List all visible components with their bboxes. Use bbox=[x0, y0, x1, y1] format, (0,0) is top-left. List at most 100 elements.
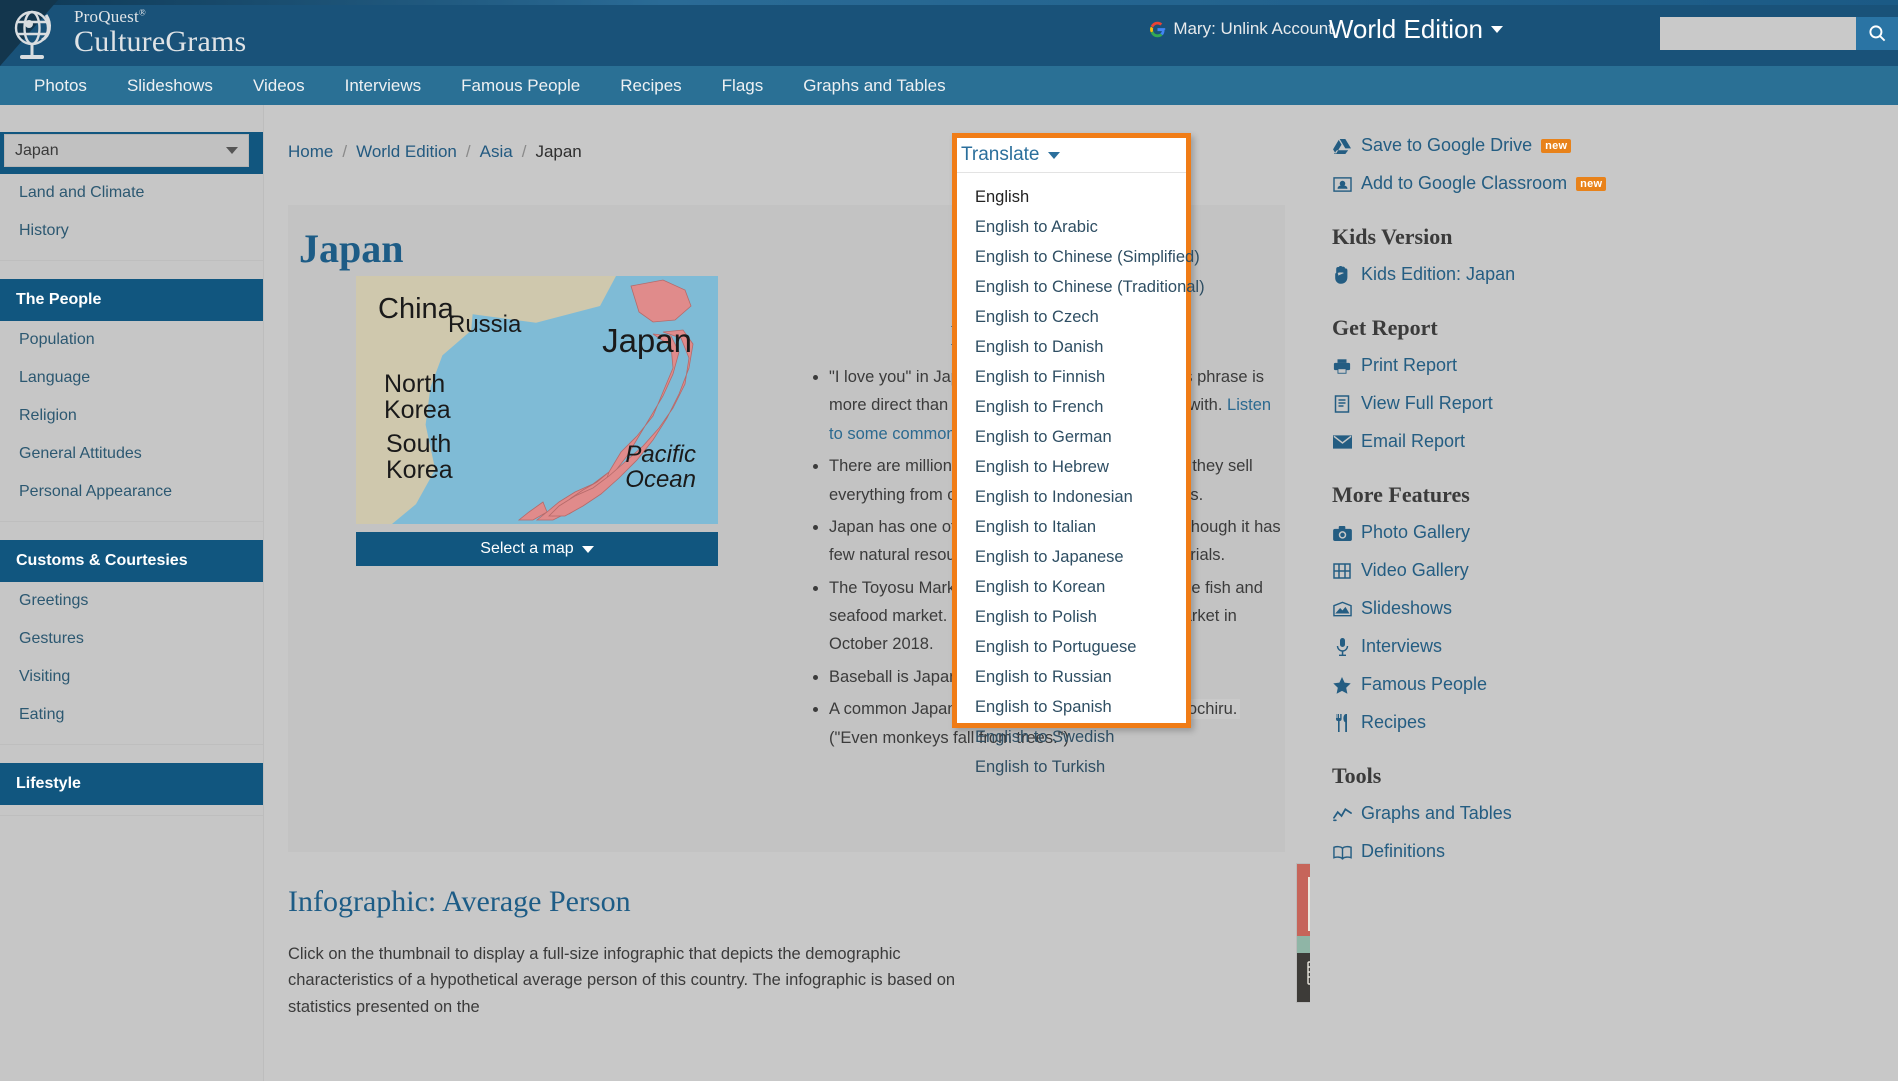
translate-option-danish[interactable]: English to Danish bbox=[957, 332, 1186, 362]
infographic-thumbnail[interactable]: JAPAN AVERAGE PERSON portrait of an "ave… bbox=[1296, 863, 1310, 1003]
email-report-link[interactable]: Email Report bbox=[1332, 423, 1898, 461]
map-label-china: China bbox=[378, 293, 454, 325]
view-full-report-link[interactable]: View Full Report bbox=[1332, 385, 1898, 423]
sidebar-item-language[interactable]: Language bbox=[0, 359, 263, 397]
right-sidebar-heading-tools: Tools bbox=[1332, 763, 1382, 788]
photo-gallery-label: Photo Gallery bbox=[1361, 522, 1471, 543]
sidebar-item-history[interactable]: History bbox=[0, 212, 263, 250]
translate-option-finnish[interactable]: English to Finnish bbox=[957, 362, 1186, 392]
add-to-google-classroom-label: Add to Google Classroom bbox=[1361, 173, 1568, 194]
breadcrumb-item-asia[interactable]: Asia bbox=[480, 142, 513, 162]
translate-option-italian[interactable]: English to Italian bbox=[957, 512, 1186, 542]
translate-option-indonesian[interactable]: English to Indonesian bbox=[957, 482, 1186, 512]
camera-icon bbox=[1332, 523, 1352, 543]
right-sidebar: Save to Google Drive new Add to Google C… bbox=[1310, 105, 1898, 1081]
translate-trigger-inner[interactable]: Translate bbox=[961, 144, 1060, 166]
country-map-image[interactable]: China Russia North Korea South Korea Japan… bbox=[356, 276, 718, 524]
chart-line-icon bbox=[1332, 804, 1352, 824]
sidebar-item-population[interactable]: Population bbox=[0, 321, 263, 359]
star-icon bbox=[1332, 675, 1352, 695]
sidebar-item-eating[interactable]: Eating bbox=[0, 696, 263, 734]
print-report-link[interactable]: Print Report bbox=[1332, 347, 1898, 385]
infographic-heading: Infographic: Average Person bbox=[288, 885, 631, 918]
country-select-dropdown[interactable]: Japan bbox=[4, 134, 249, 167]
nav-item-famous-people[interactable]: Famous People bbox=[441, 66, 600, 105]
famous-people-label: Famous People bbox=[1361, 674, 1488, 695]
famous-people-link[interactable]: Famous People bbox=[1332, 666, 1898, 704]
translate-option-korean[interactable]: English to Korean bbox=[957, 572, 1186, 602]
translate-option-french[interactable]: English to French bbox=[957, 392, 1186, 422]
film-icon bbox=[1332, 561, 1352, 581]
chevron-down-icon bbox=[1047, 151, 1060, 159]
translate-option-portuguese[interactable]: English to Portuguese bbox=[957, 632, 1186, 662]
nav-item-recipes[interactable]: Recipes bbox=[600, 66, 701, 105]
save-to-google-drive-link[interactable]: Save to Google Drive new bbox=[1332, 127, 1898, 165]
microphone-icon bbox=[1332, 637, 1352, 657]
view-full-report-label: View Full Report bbox=[1361, 393, 1493, 414]
breadcrumb-separator: / bbox=[465, 142, 471, 161]
sidebar-heading-the-people[interactable]: The People bbox=[0, 279, 263, 321]
page-title: Japan bbox=[299, 226, 404, 271]
translate-option-swedish[interactable]: English to Swedish bbox=[957, 722, 1186, 752]
translate-option-chinese-traditional[interactable]: English to Chinese (Traditional) bbox=[957, 272, 1205, 302]
search-button[interactable] bbox=[1856, 17, 1898, 50]
interviews-link[interactable]: Interviews bbox=[1332, 628, 1898, 666]
sidebar-item-gestures[interactable]: Gestures bbox=[0, 620, 263, 658]
sidebar-item-land-and-climate[interactable]: Land and Climate bbox=[0, 174, 263, 212]
video-gallery-link[interactable]: Video Gallery bbox=[1332, 552, 1898, 590]
interviews-label: Interviews bbox=[1361, 636, 1443, 657]
select-a-map-button[interactable]: Select a map bbox=[356, 532, 718, 566]
globe-logo-icon[interactable] bbox=[8, 6, 60, 62]
brand-proquest: ProQuest® bbox=[74, 7, 146, 26]
envelope-icon bbox=[1332, 432, 1352, 452]
translate-option-hebrew[interactable]: English to Hebrew bbox=[957, 452, 1186, 482]
breadcrumb-item-home[interactable]: Home bbox=[288, 142, 333, 162]
breadcrumb-item-world-edition[interactable]: World Edition bbox=[356, 142, 457, 162]
select-a-map-label: Select a map bbox=[480, 540, 574, 557]
recipes-link[interactable]: Recipes bbox=[1332, 704, 1898, 742]
nav-item-graphs-tables[interactable]: Graphs and Tables bbox=[783, 66, 965, 105]
translate-option-chinese-simplified[interactable]: English to Chinese (Simplified) bbox=[957, 242, 1200, 272]
sidebar-item-personal-appearance[interactable]: Personal Appearance bbox=[0, 473, 263, 511]
translate-option-polish[interactable]: English to Polish bbox=[957, 602, 1186, 632]
translate-option-japanese[interactable]: English to Japanese bbox=[957, 542, 1186, 572]
sidebar-item-visiting[interactable]: Visiting bbox=[0, 658, 263, 696]
slideshows-link[interactable]: Slideshows bbox=[1332, 590, 1898, 628]
chevron-down-icon bbox=[1491, 26, 1503, 33]
translate-option-arabic[interactable]: English to Arabic bbox=[957, 212, 1186, 242]
map-label-russia: Russia bbox=[448, 311, 522, 338]
map-label-south-korea: South Korea bbox=[386, 430, 453, 485]
add-to-google-classroom-link[interactable]: Add to Google Classroom new bbox=[1332, 165, 1898, 203]
sidebar-item-religion[interactable]: Religion bbox=[0, 397, 263, 435]
sidebar-group-the-people: The People Population Language Religion … bbox=[0, 279, 263, 522]
translate-option-turkish[interactable]: English to Turkish bbox=[957, 752, 1186, 782]
photo-gallery-link[interactable]: Photo Gallery bbox=[1332, 514, 1898, 552]
translate-option-english[interactable]: English bbox=[957, 182, 1186, 212]
sidebar-heading-lifestyle[interactable]: Lifestyle bbox=[0, 763, 263, 805]
translate-option-czech[interactable]: English to Czech bbox=[957, 302, 1186, 332]
nav-item-flags[interactable]: Flags bbox=[702, 66, 784, 105]
nav-item-interviews[interactable]: Interviews bbox=[325, 66, 442, 105]
edition-dropdown[interactable]: World Edition bbox=[1329, 14, 1503, 45]
search-input[interactable] bbox=[1660, 17, 1856, 50]
definitions-link[interactable]: Definitions bbox=[1332, 833, 1898, 871]
kids-edition-japan-link[interactable]: Kids Edition: Japan bbox=[1332, 256, 1898, 294]
book-icon bbox=[1332, 842, 1352, 862]
translate-option-russian[interactable]: English to Russian bbox=[957, 662, 1186, 692]
account-link[interactable]: Mary: Unlink Account bbox=[1149, 19, 1333, 39]
nav-item-videos[interactable]: Videos bbox=[233, 66, 325, 105]
nav-item-slideshows[interactable]: Slideshows bbox=[107, 66, 233, 105]
new-badge: new bbox=[1576, 176, 1607, 192]
graphs-and-tables-link[interactable]: Graphs and Tables bbox=[1332, 795, 1898, 833]
translate-option-spanish[interactable]: English to Spanish bbox=[957, 692, 1186, 722]
brand-wordmark[interactable]: ProQuest® CultureGrams bbox=[74, 8, 246, 57]
sidebar-heading-customs-courtesies[interactable]: Customs & Courtesies bbox=[0, 540, 263, 582]
save-to-google-drive-label: Save to Google Drive bbox=[1361, 135, 1533, 156]
sidebar-item-greetings[interactable]: Greetings bbox=[0, 582, 263, 620]
google-classroom-icon bbox=[1332, 174, 1352, 194]
translate-dropdown-trigger[interactable]: Translate bbox=[957, 138, 1186, 173]
nav-item-photos[interactable]: Photos bbox=[14, 66, 107, 105]
translate-option-german[interactable]: English to German bbox=[957, 422, 1186, 452]
map-label-japan: Japan bbox=[602, 322, 692, 359]
sidebar-item-general-attitudes[interactable]: General Attitudes bbox=[0, 435, 263, 473]
